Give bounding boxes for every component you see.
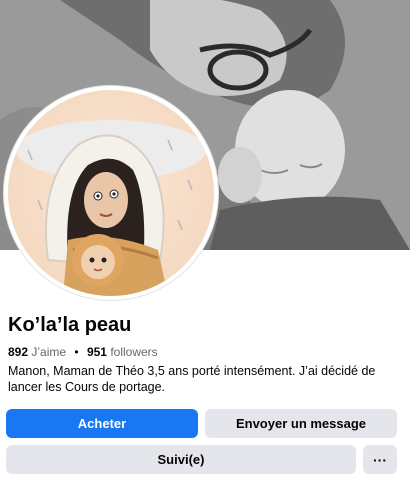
page-title: Ko’la’la peau <box>8 314 132 336</box>
stats-separator: • <box>74 345 79 359</box>
likes-label[interactable]: J’aime <box>31 345 66 359</box>
more-options-button[interactable]: ··· <box>363 445 397 474</box>
likes-count[interactable]: 892 <box>8 345 28 359</box>
more-icon: ··· <box>373 451 387 468</box>
buy-button[interactable]: Acheter <box>6 409 198 438</box>
illustrated-mother-and-baby-icon <box>8 90 214 296</box>
send-message-button[interactable]: Envoyer un message <box>205 409 397 438</box>
followers-label[interactable]: followers <box>110 345 157 359</box>
page-bio: Manon, Maman de Théo 3,5 ans porté inten… <box>8 364 376 394</box>
profile-avatar[interactable] <box>4 86 218 300</box>
page-stats: 892 J’aime • 951 followers <box>8 345 158 359</box>
followers-count[interactable]: 951 <box>87 345 107 359</box>
following-button[interactable]: Suivi(e) <box>6 445 356 474</box>
